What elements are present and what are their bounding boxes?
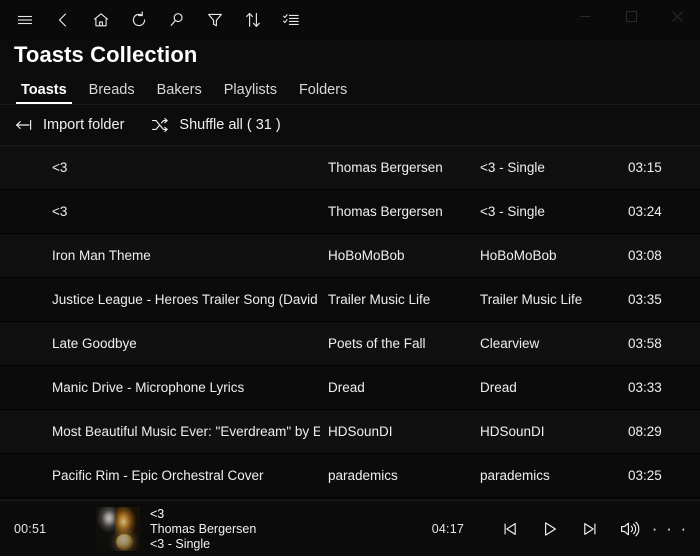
now-playing-title: <3 bbox=[150, 506, 165, 521]
player-bar: 00:51 <3 Thomas Bergersen <3 - Single 04… bbox=[0, 500, 700, 556]
shuffle-all-label: Shuffle all ( 31 ) bbox=[179, 117, 281, 133]
table-row[interactable]: Pacific Rim - Epic Orchestral Cover para… bbox=[0, 454, 700, 498]
table-row[interactable]: Most Beautiful Music Ever: "Everdream" b… bbox=[0, 410, 700, 454]
total-time: 04:17 bbox=[431, 521, 464, 536]
app-window: Toasts Collection Toasts Breads Bakers P… bbox=[0, 0, 700, 556]
back-arrow-icon[interactable] bbox=[44, 0, 82, 40]
track-artist: Thomas Bergersen bbox=[328, 160, 443, 175]
track-title: Most Beautiful Music Ever: "Everdream" b… bbox=[52, 424, 320, 439]
tab-label: Folders bbox=[298, 82, 348, 98]
track-album: Clearview bbox=[480, 336, 540, 351]
table-row[interactable]: Late Goodbye Poets of the Fall Clearview… bbox=[0, 322, 700, 366]
track-artist: HoBoMoBob bbox=[328, 248, 405, 263]
track-title: Justice League - Heroes Trailer Song (Da… bbox=[52, 292, 320, 307]
tab-label: Playlists bbox=[223, 82, 277, 98]
track-album: <3 - Single bbox=[480, 204, 545, 219]
minimize-icon[interactable] bbox=[562, 0, 608, 32]
track-album: HoBoMoBob bbox=[480, 248, 557, 263]
page-title: Toasts Collection bbox=[14, 42, 198, 67]
more-options-icon[interactable]: · · · bbox=[650, 509, 690, 549]
elapsed-time: 00:51 bbox=[14, 521, 47, 536]
volume-icon[interactable] bbox=[610, 509, 650, 549]
track-title: <3 bbox=[52, 204, 68, 219]
tab-playlists[interactable]: Playlists bbox=[213, 82, 288, 104]
now-playing-artist: Thomas Bergersen bbox=[150, 521, 257, 536]
tab-bakers[interactable]: Bakers bbox=[146, 82, 213, 104]
play-icon[interactable] bbox=[530, 509, 570, 549]
track-duration: 03:58 bbox=[628, 336, 662, 351]
now-playing-text: <3 Thomas Bergersen <3 - Single bbox=[150, 507, 256, 551]
tab-toasts[interactable]: Toasts bbox=[10, 82, 78, 104]
home-icon[interactable] bbox=[82, 0, 120, 40]
select-list-icon[interactable] bbox=[272, 0, 310, 40]
title-bar bbox=[0, 0, 700, 40]
shuffle-icon bbox=[150, 115, 170, 135]
next-track-icon[interactable] bbox=[570, 509, 610, 549]
table-row[interactable]: Iron Man Theme HoBoMoBob HoBoMoBob 03:08 bbox=[0, 234, 700, 278]
track-title: Late Goodbye bbox=[52, 336, 137, 351]
tab-label: Toasts bbox=[21, 82, 67, 98]
track-duration: 08:29 bbox=[628, 424, 662, 439]
track-album: Dread bbox=[480, 380, 517, 395]
table-row[interactable]: <3 Thomas Bergersen <3 - Single 03:24 bbox=[0, 190, 700, 234]
track-duration: 03:15 bbox=[628, 160, 662, 175]
track-duration: 03:35 bbox=[628, 292, 662, 307]
track-duration: 03:24 bbox=[628, 204, 662, 219]
hamburger-menu-icon[interactable] bbox=[6, 0, 44, 40]
import-folder-label: Import folder bbox=[43, 117, 125, 133]
track-list[interactable]: <3 Thomas Bergersen <3 - Single 03:15 <3… bbox=[0, 146, 700, 500]
track-artist: Poets of the Fall bbox=[328, 336, 426, 351]
refresh-icon[interactable] bbox=[120, 0, 158, 40]
track-artist: Dread bbox=[328, 380, 365, 395]
track-album: <3 - Single bbox=[480, 160, 545, 175]
track-artist: HDSounDI bbox=[328, 424, 393, 439]
maximize-icon[interactable] bbox=[608, 0, 654, 32]
track-artist: Thomas Bergersen bbox=[328, 204, 443, 219]
search-icon[interactable] bbox=[158, 0, 196, 40]
tab-bar: Toasts Breads Bakers Playlists Folders bbox=[0, 74, 700, 104]
tab-folders[interactable]: Folders bbox=[288, 82, 358, 104]
nav-toolbar bbox=[0, 0, 310, 40]
tab-label: Breads bbox=[88, 82, 135, 98]
table-row[interactable]: <3 Thomas Bergersen <3 - Single 03:15 bbox=[0, 146, 700, 190]
command-bar: Import folder Shuffle all ( 31 ) bbox=[0, 104, 700, 146]
track-duration: 03:25 bbox=[628, 468, 662, 483]
now-playing-album: <3 - Single bbox=[150, 536, 211, 551]
close-icon[interactable] bbox=[654, 0, 700, 32]
track-title: Pacific Rim - Epic Orchestral Cover bbox=[52, 468, 264, 483]
sort-icon[interactable] bbox=[234, 0, 272, 40]
now-playing[interactable]: <3 Thomas Bergersen <3 - Single bbox=[96, 506, 256, 551]
table-row[interactable]: Manic Drive - Microphone Lyrics Dread Dr… bbox=[0, 366, 700, 410]
album-art-overlay bbox=[96, 506, 140, 551]
track-album: parademics bbox=[480, 468, 550, 483]
track-artist: Trailer Music Life bbox=[328, 292, 431, 307]
import-folder-button[interactable]: Import folder bbox=[14, 115, 124, 135]
track-title: Iron Man Theme bbox=[52, 248, 151, 263]
filter-icon[interactable] bbox=[196, 0, 234, 40]
album-art bbox=[96, 506, 140, 551]
track-artist: parademics bbox=[328, 468, 398, 483]
track-album: HDSounDI bbox=[480, 424, 545, 439]
window-controls bbox=[562, 0, 700, 32]
track-duration: 03:33 bbox=[628, 380, 662, 395]
table-row[interactable]: Justice League - Heroes Trailer Song (Da… bbox=[0, 278, 700, 322]
tab-breads[interactable]: Breads bbox=[78, 82, 146, 104]
previous-track-icon[interactable] bbox=[490, 509, 530, 549]
track-title: <3 bbox=[52, 160, 68, 175]
shuffle-all-button[interactable]: Shuffle all ( 31 ) bbox=[150, 115, 281, 135]
player-controls: 04:17 · · · bbox=[432, 509, 690, 549]
tab-label: Bakers bbox=[156, 82, 202, 98]
track-title: Manic Drive - Microphone Lyrics bbox=[52, 380, 245, 395]
import-arrow-icon bbox=[14, 115, 34, 135]
track-album: Trailer Music Life bbox=[480, 292, 583, 307]
track-duration: 03:08 bbox=[628, 248, 662, 263]
